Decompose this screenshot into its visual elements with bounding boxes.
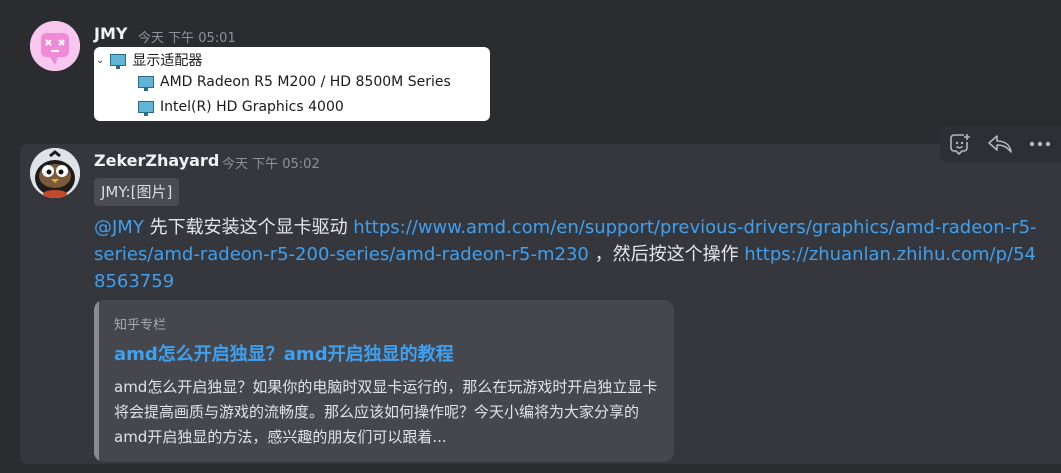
tree-item: Intel(R) HD Graphics 4000 bbox=[138, 99, 344, 116]
avatar-zekerzhayard[interactable] bbox=[30, 148, 80, 198]
reply-quote[interactable]: JMY:[图片] bbox=[94, 178, 180, 206]
card-accent-bar bbox=[94, 300, 99, 462]
display-adapter-icon bbox=[110, 54, 127, 69]
avatar-bird-icon bbox=[30, 148, 80, 198]
reply-icon bbox=[988, 135, 1012, 153]
author-name[interactable]: ZekerZhayard bbox=[94, 151, 219, 170]
display-adapter-icon bbox=[138, 101, 154, 116]
author-name[interactable]: JMY bbox=[94, 24, 127, 43]
device-label: Intel(R) HD Graphics 4000 bbox=[160, 99, 344, 115]
message-text: ，然后按这个操作 bbox=[588, 244, 745, 265]
device-label: AMD Radeon R5 M200 / HD 8500M Series bbox=[160, 74, 451, 90]
avatar-jmy[interactable] bbox=[30, 21, 80, 71]
tree-root: ⌄ 显示适配器 bbox=[96, 50, 202, 70]
tree-root-label: 显示适配器 bbox=[132, 53, 203, 69]
mention-link[interactable]: @JMY bbox=[94, 217, 144, 238]
message-jmy: JMY 今天 下午 05:01 ⌄ 显示适配器 AMD Radeon R5 M2… bbox=[0, 0, 1061, 140]
add-reaction-button[interactable] bbox=[940, 126, 980, 162]
image-attachment[interactable]: ⌄ 显示适配器 AMD Radeon R5 M200 / HD 8500M Se… bbox=[94, 47, 490, 121]
link-preview-card[interactable]: 知乎专栏 amd怎么开启独显？amd开启独显的教程 amd怎么开启独显？如果你的… bbox=[94, 300, 674, 462]
message-zekerzhayard: ZekerZhayard 今天 下午 05:02 JMY:[图片] @JMY 先… bbox=[20, 144, 1061, 464]
more-button[interactable] bbox=[1020, 126, 1060, 162]
message-text: 先下载安装这个显卡驱动 bbox=[143, 217, 354, 238]
add-reaction-icon bbox=[950, 134, 970, 156]
chevron-down-icon: ⌄ bbox=[96, 54, 105, 66]
timestamp: 今天 下午 05:01 bbox=[138, 31, 236, 46]
card-description: amd怎么开启独显？如果你的电脑时双显卡运行的，那么在玩游戏时开启独立显卡将会提… bbox=[114, 378, 658, 446]
more-icon bbox=[1029, 141, 1051, 147]
avatar-face-icon bbox=[30, 21, 80, 71]
card-source: 知乎专栏 bbox=[114, 318, 167, 333]
card-title[interactable]: amd怎么开启独显？amd开启独显的教程 bbox=[114, 340, 454, 366]
timestamp: 今天 下午 05:02 bbox=[222, 157, 320, 172]
tree-item: AMD Radeon R5 M200 / HD 8500M Series bbox=[138, 74, 451, 91]
message-toolbar bbox=[940, 126, 1061, 162]
message-body: @JMY 先下载安装这个显卡驱动 https://www.amd.com/en/… bbox=[94, 214, 1044, 295]
display-adapter-icon bbox=[138, 76, 154, 91]
reply-button[interactable] bbox=[980, 126, 1020, 162]
